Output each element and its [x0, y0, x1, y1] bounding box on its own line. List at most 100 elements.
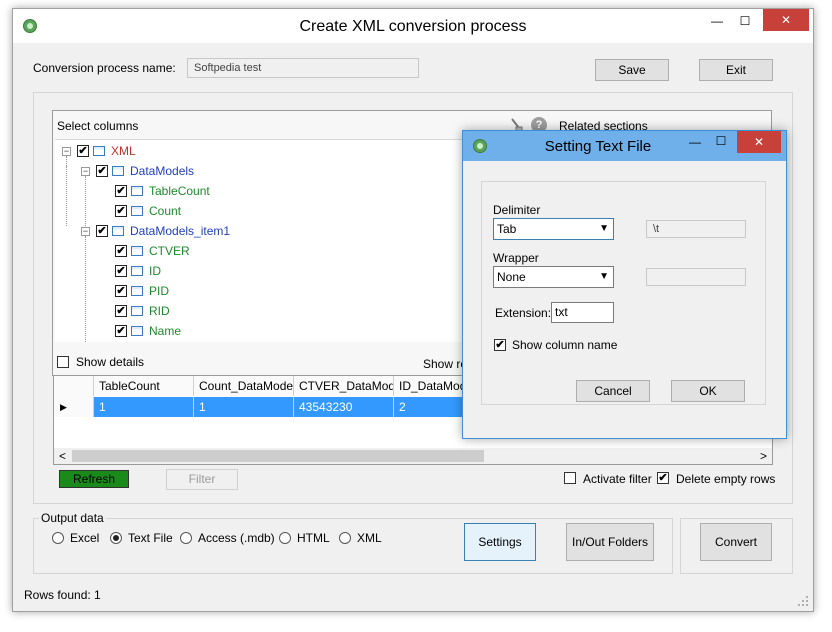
close-button[interactable]: ✕ [763, 9, 809, 31]
grid-cell[interactable]: 43543230 [294, 397, 394, 417]
radio-access[interactable] [180, 532, 192, 544]
tree-guide-line [66, 166, 67, 226]
maximize-icon: ☐ [739, 14, 751, 28]
delimiter-select[interactable]: Tab ▼ [493, 218, 614, 240]
horizontal-scrollbar[interactable]: < > [54, 448, 772, 464]
tree-expander[interactable]: − [81, 227, 90, 236]
table-icon [112, 226, 124, 236]
show-related-label: Show re [423, 357, 468, 371]
show-column-name-label: Show column name [512, 338, 618, 352]
row-pointer-icon: ▶ [60, 402, 67, 412]
tree-item-label: PID [149, 284, 170, 298]
close-icon: ✕ [780, 13, 792, 27]
tree-item-label: CTVER [149, 244, 190, 258]
extension-value: txt [555, 305, 568, 319]
tree-checkbox[interactable]: ✔ [115, 185, 127, 197]
grid-column-header[interactable]: Count_DataModels [194, 376, 294, 396]
wrapper-value: None [497, 270, 526, 284]
title-bar: Create XML conversion process — ☐ ✕ [13, 9, 813, 43]
delimiter-value: Tab [497, 222, 517, 236]
tree-checkbox[interactable]: ✔ [115, 325, 127, 337]
tree-checkbox[interactable]: ✔ [96, 225, 108, 237]
tree-checkbox[interactable]: ✔ [115, 245, 127, 257]
tree-expander[interactable]: − [62, 147, 71, 156]
tree-checkbox[interactable]: ✔ [115, 205, 127, 217]
ok-button[interactable]: OK [671, 380, 745, 402]
grid-column-header[interactable]: TableCount [94, 376, 194, 396]
chevron-down-icon: ▼ [599, 223, 609, 234]
radio-xml[interactable] [339, 532, 351, 544]
tree-item-label: Name [149, 324, 182, 338]
radio-excel[interactable] [52, 532, 64, 544]
scroll-right-icon[interactable]: > [760, 448, 767, 464]
cancel-button[interactable]: Cancel [576, 380, 650, 402]
tree-checkbox[interactable]: ✔ [115, 265, 127, 277]
tree-item-label: ID [149, 264, 161, 278]
row-marker[interactable]: ▶ [54, 397, 94, 417]
radio-html[interactable] [279, 532, 291, 544]
refresh-button[interactable]: Refresh [59, 470, 129, 488]
delimiter-label: Delimiter [493, 203, 541, 217]
tree-expander[interactable]: − [81, 167, 90, 176]
setting-text-file-dialog: Setting Text File — ☐ ✕ Delimiter Tab ▼ … [462, 130, 787, 439]
dialog-close-button[interactable]: ✕ [737, 131, 781, 153]
tree-guide-line [66, 156, 67, 166]
scroll-left-icon[interactable]: < [59, 448, 66, 464]
radio-text-file[interactable] [110, 532, 122, 544]
settings-button[interactable]: Settings [464, 523, 536, 561]
table-icon [131, 186, 143, 196]
grid-cell[interactable]: 1 [94, 397, 194, 417]
minimize-button[interactable]: — [705, 11, 729, 31]
save-button[interactable]: Save [595, 59, 669, 81]
show-column-name-checkbox[interactable]: ✔ [494, 339, 506, 351]
tree-checkbox[interactable]: ✔ [115, 285, 127, 297]
radio-label: Excel [70, 531, 100, 545]
scroll-thumb[interactable] [72, 450, 484, 462]
output-data-legend: Output data [39, 511, 106, 525]
grid-column-header[interactable]: CTVER_DataMode [294, 376, 394, 396]
show-details-checkbox[interactable] [57, 356, 69, 368]
tree-item-label: DataModels [130, 164, 195, 178]
chevron-down-icon: ▼ [599, 271, 609, 282]
table-icon [131, 266, 143, 276]
wrapper-select[interactable]: None ▼ [493, 266, 614, 288]
wrapper-char-field[interactable] [646, 268, 746, 286]
exit-button[interactable]: Exit [699, 59, 773, 81]
radio-label: Text File [128, 531, 173, 545]
table-icon [112, 166, 124, 176]
tree-item-label: TableCount [149, 184, 210, 198]
dialog-minimize-button[interactable]: — [685, 135, 705, 149]
activate-filter-label: Activate filter [583, 472, 652, 486]
radio-label: HTML [297, 531, 330, 545]
in-out-folders-button[interactable]: In/Out Folders [566, 523, 654, 561]
tree-checkbox[interactable]: ✔ [77, 145, 89, 157]
table-icon [131, 246, 143, 256]
dialog-maximize-button[interactable]: ☐ [711, 134, 731, 148]
columns-panel-title: Select columns [57, 119, 139, 133]
process-name-label: Conversion process name: [33, 61, 176, 75]
grid-cell[interactable]: 1 [194, 397, 294, 417]
minimize-icon: — [689, 135, 701, 149]
close-icon: ✕ [753, 135, 765, 149]
resize-grip-icon[interactable] [797, 595, 809, 607]
wrapper-label: Wrapper [493, 251, 539, 265]
tree-item-label: Count [149, 204, 182, 218]
extension-input[interactable]: txt [551, 302, 614, 323]
table-icon [131, 306, 143, 316]
delimiter-char-field[interactable]: \t [646, 220, 746, 238]
tree-item-label: XML [111, 144, 136, 158]
table-icon [131, 326, 143, 336]
activate-filter-checkbox[interactable] [564, 472, 576, 484]
dialog-title-bar: Setting Text File — ☐ ✕ [463, 131, 786, 161]
maximize-button[interactable]: ☐ [733, 11, 757, 31]
tree-checkbox[interactable]: ✔ [96, 165, 108, 177]
convert-button[interactable]: Convert [700, 523, 772, 561]
table-icon [131, 206, 143, 216]
minimize-icon: — [711, 14, 723, 28]
process-name-input[interactable]: Softpedia test [187, 58, 419, 78]
window-title: Create XML conversion process [299, 18, 527, 35]
tree-checkbox[interactable]: ✔ [115, 305, 127, 317]
filter-button[interactable]: Filter [166, 469, 238, 490]
table-icon [131, 286, 143, 296]
delete-empty-rows-checkbox[interactable]: ✔ [657, 472, 669, 484]
